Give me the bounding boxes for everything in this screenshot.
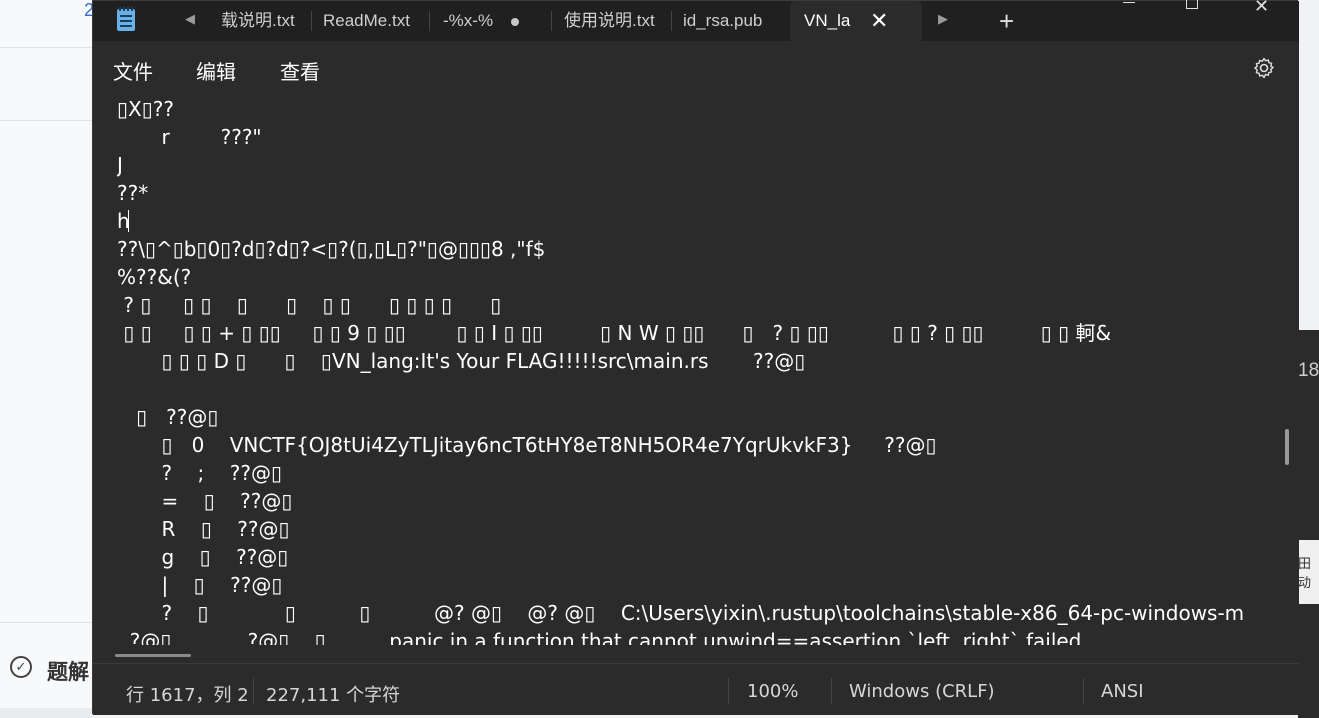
line-ending[interactable]: Windows (CRLF) — [849, 681, 995, 702]
tab-separator — [429, 11, 430, 31]
editor-content[interactable]: ▯X▯?? r ???" J ??* h ??\▯^▯b▯0▯?d▯?d▯?<▯?(▯,… — [117, 95, 1271, 645]
editor-line[interactable]: r ???" — [117, 123, 1271, 151]
editor-line[interactable]: ▯ ▯ ▯ D ▯ ▯ ▯VN_lang:It's Your FLAG!!!!!… — [117, 347, 1271, 375]
editor-line[interactable]: ? ▯ ▯ ▯ @? @▯ @? @▯ C:\Users\yixin\.rust… — [117, 599, 1271, 627]
background-panel — [1298, 0, 1319, 330]
text-caret — [128, 210, 129, 232]
background-label: 题解 — [47, 661, 89, 684]
character-count: 227,111 个字符 — [266, 685, 401, 706]
editor-line[interactable]: %??&(? — [117, 263, 1271, 291]
tab-4[interactable]: 使用说明.txt — [564, 1, 655, 41]
tab-separator — [311, 11, 312, 31]
tab-vn-lang-active[interactable]: VN_la — [790, 1, 922, 41]
editor-line[interactable]: ?@▯ ?@▯ ▯ panic in a function that canno… — [117, 627, 1271, 645]
background-label: 田动 — [1298, 556, 1312, 590]
status-separator — [253, 678, 254, 704]
horizontal-scrollbar[interactable] — [115, 654, 191, 657]
editor-line[interactable] — [117, 375, 1271, 403]
editor-line[interactable]: ▯ 0 VNCTF{OJ8tUi4ZyTLJitay6ncT6tHY8eT8NH… — [117, 431, 1271, 459]
status-bar: 行 1617，列 2 227,111 个字符 100% Windows (CRL… — [93, 663, 1299, 715]
cursor-position: 行 1617，列 2 — [126, 685, 249, 706]
editor-line[interactable]: h — [117, 207, 1271, 235]
editor-line[interactable]: ▯ ??@▯ — [117, 403, 1271, 431]
editor-line[interactable]: ? ▯ ▯ ▯ ▯ ▯ ▯ ▯ ▯ ▯ ▯ ▯ ▯ — [117, 291, 1271, 319]
tab-label: VN_la — [804, 11, 851, 30]
text-editor[interactable]: ▯X▯?? r ???" J ??* h ??\▯^▯b▯0▯?d▯?d▯?<▯?(▯,… — [93, 95, 1299, 663]
notepad-window: ◀ 载说明.txt ReadMe.txt -%x-% 使用说明.txt id_r… — [92, 0, 1299, 715]
background-right-window: 18 田动 — [1298, 0, 1319, 718]
divider — [0, 622, 92, 623]
editor-line[interactable]: ▯ ▯ ▯ ▯ + ▯ ▯▯ ▯ ▯ 9 ▯ ▯▯ ▯ ▯ I ▯ ▯▯ ▯ N… — [117, 319, 1271, 347]
minimize-icon[interactable] — [1123, 2, 1135, 3]
close-icon[interactable]: ✕ — [870, 1, 888, 41]
tab-1[interactable]: 载说明.txt — [221, 1, 295, 41]
menu-bar: 文件 编辑 查看 — [93, 41, 1299, 95]
tab-label: id_rsa.pub — [683, 11, 763, 30]
background-left-window: 2 ✓ 题解 — [0, 0, 94, 718]
unsaved-dot-icon — [511, 17, 520, 26]
editor-line[interactable]: J — [117, 151, 1271, 179]
editor-line[interactable]: = ▯ ??@▯ — [117, 487, 1271, 515]
tab-label: -%x-% — [443, 11, 494, 30]
background-footer — [0, 708, 92, 718]
divider — [0, 120, 92, 121]
menu-file[interactable]: 文件 — [113, 56, 153, 85]
editor-line[interactable]: g ▯ ??@▯ — [117, 543, 1271, 571]
divider — [0, 47, 92, 48]
zoom-level[interactable]: 100% — [747, 681, 798, 702]
check-circle-icon: ✓ — [10, 656, 32, 678]
status-separator — [1083, 678, 1084, 704]
status-separator — [728, 678, 729, 704]
editor-line[interactable]: | ▯ ??@▯ — [117, 571, 1271, 599]
editor-line[interactable]: ? ; ??@▯ — [117, 459, 1271, 487]
maximize-icon[interactable] — [1186, 0, 1198, 9]
status-separator — [831, 678, 832, 704]
encoding[interactable]: ANSI — [1101, 681, 1144, 702]
plus-icon[interactable]: + — [999, 1, 1014, 41]
tab-label: 载说明.txt — [221, 11, 295, 30]
tab-id-rsa[interactable]: id_rsa.pub — [683, 1, 762, 41]
vertical-scrollbar[interactable] — [1285, 429, 1289, 465]
triangle-right-icon[interactable]: ▶ — [938, 11, 948, 27]
gear-icon[interactable] — [1252, 56, 1276, 80]
tab-bar: ◀ 载说明.txt ReadMe.txt -%x-% 使用说明.txt id_r… — [93, 0, 1299, 41]
editor-line[interactable]: ??* — [117, 179, 1271, 207]
tab-label: ReadMe.txt — [323, 11, 410, 30]
editor-line[interactable]: R ▯ ??@▯ — [117, 515, 1271, 543]
close-icon[interactable]: ✕ — [1254, 0, 1269, 15]
tab-readme[interactable]: ReadMe.txt — [323, 1, 410, 41]
tab-label: 使用说明.txt — [564, 11, 655, 30]
menu-edit[interactable]: 编辑 — [196, 56, 236, 85]
tab-separator — [671, 11, 672, 31]
menu-view[interactable]: 查看 — [280, 56, 320, 85]
editor-line[interactable]: ▯X▯?? — [117, 95, 1271, 123]
triangle-left-icon[interactable]: ◀ — [185, 11, 195, 27]
tab-3[interactable]: -%x-% — [443, 1, 520, 41]
editor-line[interactable]: ??\▯^▯b▯0▯?d▯?d▯?<▯?(▯,▯L▯?"▯@▯▯▯8 ,"f$ — [117, 235, 1271, 263]
tab-separator — [551, 11, 552, 31]
notepad-app-icon — [117, 7, 135, 31]
background-number: 18 — [1298, 360, 1319, 381]
